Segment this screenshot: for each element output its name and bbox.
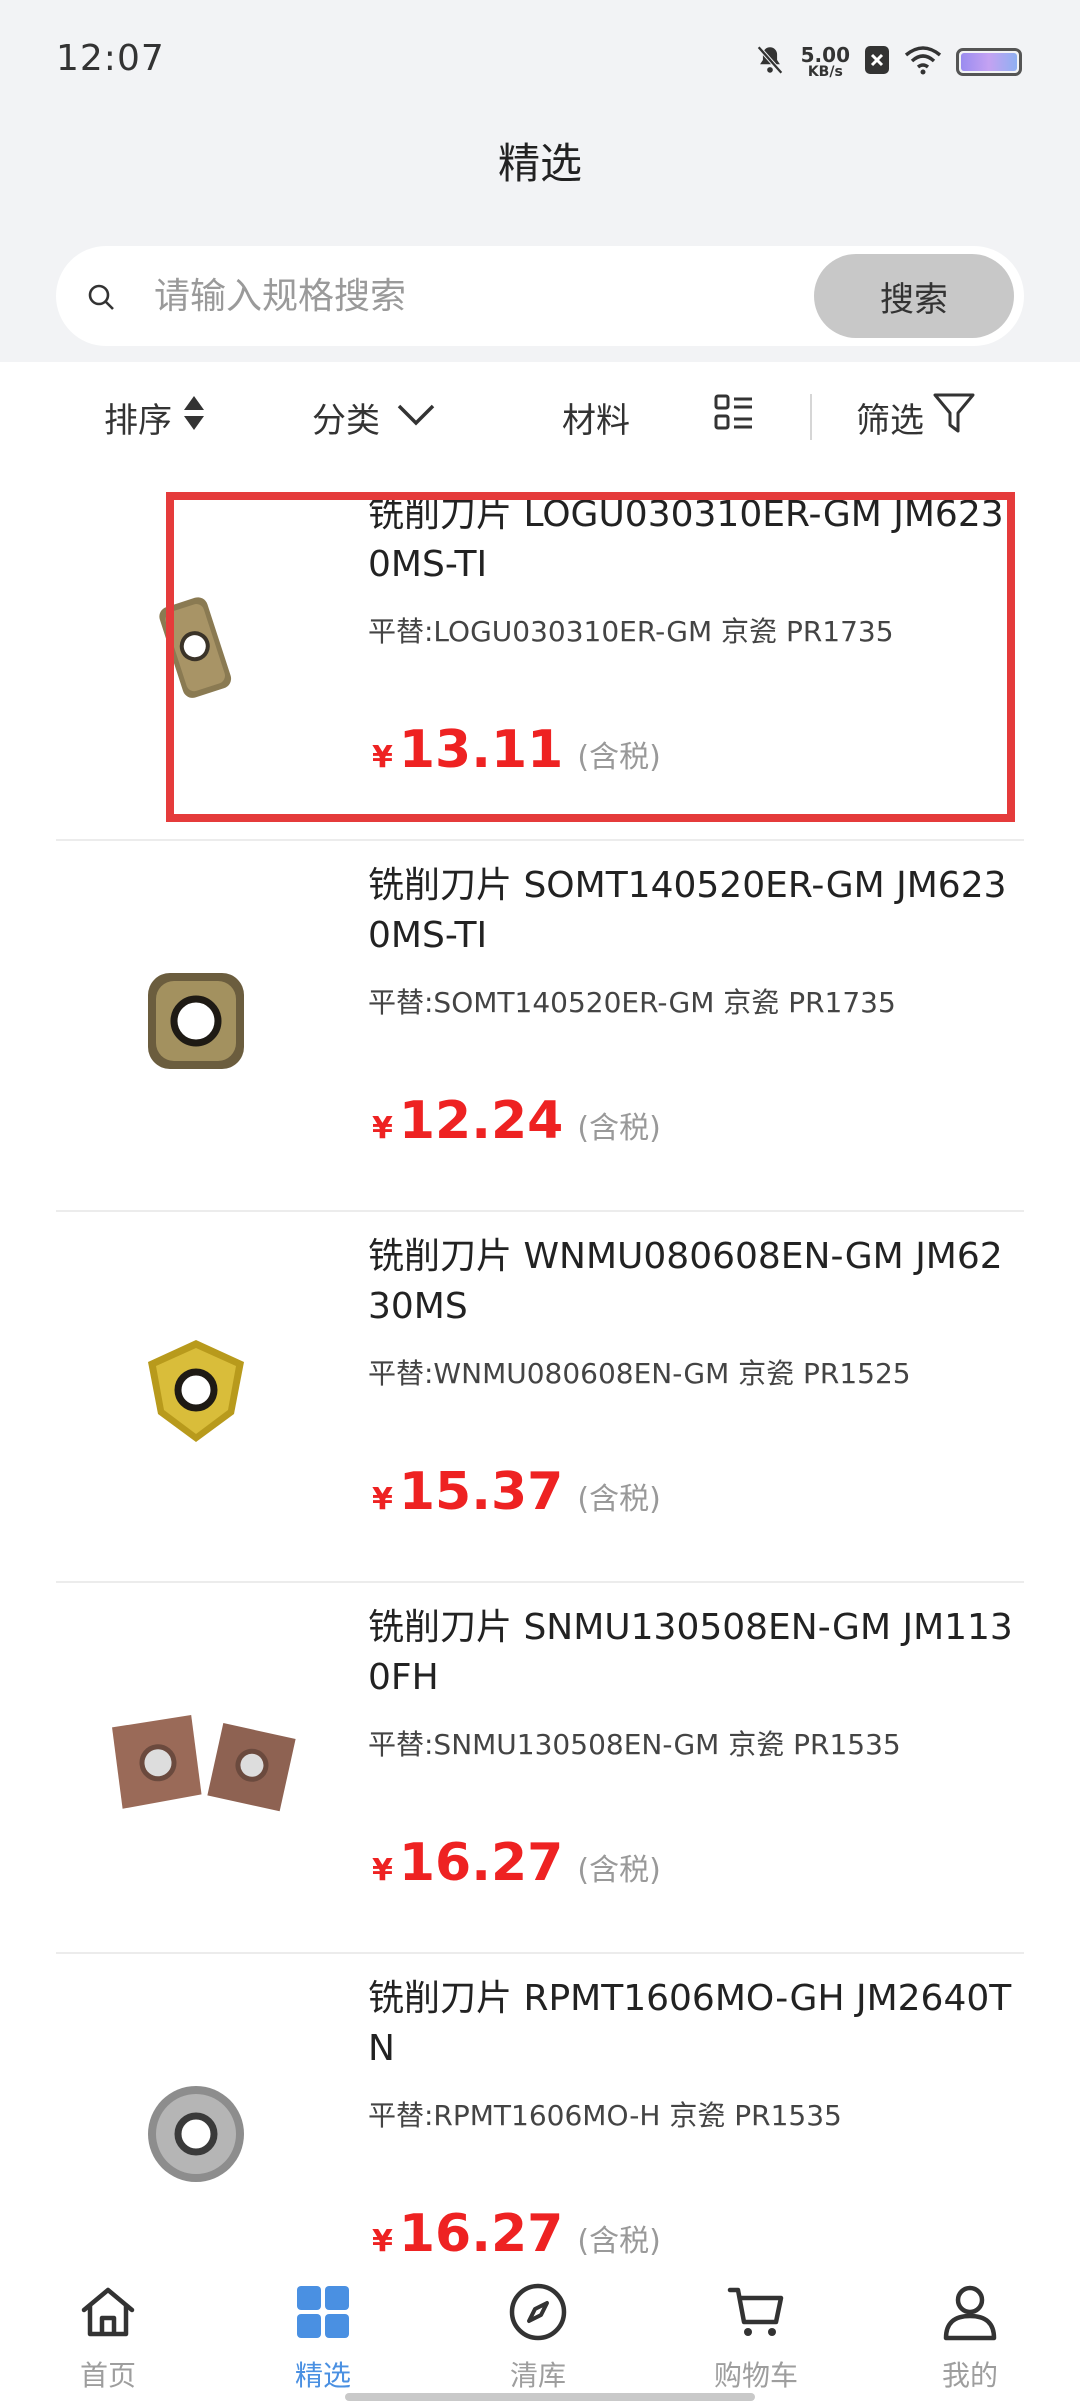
battery-icon (956, 48, 1022, 76)
sort-filter[interactable]: 排序 (104, 392, 206, 442)
tax-note: (含税) (577, 1111, 661, 1146)
bell-muted-icon (753, 43, 787, 81)
list-layout-icon (714, 394, 754, 441)
product-title: 铣削刀片 LOGU030310ER-GM JM6230MS-TI (368, 494, 1004, 585)
search-input[interactable] (154, 270, 854, 322)
product-card[interactable]: 铣削刀片 WNMU080608EN-GM JM6230MS 平替:WNMU080… (56, 1212, 1024, 1583)
product-price: 13.11 (398, 720, 564, 780)
product-alternative: 平替:WNMU080608EN-GM 京瓷 PR1525 (368, 1357, 911, 1390)
material-label: 材料 (562, 400, 630, 441)
screen-filter[interactable]: 筛选 (856, 392, 976, 442)
product-title: 铣削刀片 RPMT1606MO-GH JM2640TN (368, 1978, 1012, 2069)
status-bar: 12:07 5.00 KB/s (0, 0, 1080, 120)
product-alternative: 平替:SNMU130508EN-GM 京瓷 PR1535 (368, 1728, 901, 1761)
sort-arrows-icon (182, 394, 206, 441)
product-price: 12.24 (398, 1091, 564, 1151)
user-icon (938, 2280, 1002, 2344)
product-alternative: 平替:SOMT140520ER-GM 京瓷 PR1735 (368, 986, 896, 1019)
compass-icon (506, 2280, 570, 2344)
bottom-tab-bar: 首页 精选 清库 购物车 我的 (0, 2270, 1080, 2408)
price-row: ¥ 12.24 (含税) (372, 1091, 661, 1151)
tab-home[interactable]: 首页 (28, 2280, 188, 2400)
currency-symbol: ¥ (372, 1482, 393, 1517)
tab-featured-label: 精选 (294, 2359, 351, 2392)
tab-mine[interactable]: 我的 (890, 2280, 1050, 2400)
status-time: 12:07 (56, 38, 165, 79)
chevron-down-icon (396, 397, 436, 437)
search-icon (86, 282, 116, 312)
filter-bar: 排序 分类 材料 筛选 (0, 362, 1080, 472)
page-title: 精选 (497, 139, 582, 188)
category-label: 分类 (312, 400, 380, 441)
product-card[interactable]: 铣削刀片 LOGU030310ER-GM JM6230MS-TI 平替:LOGU… (56, 470, 1024, 841)
price-row: ¥ 13.11 (含税) (372, 720, 661, 780)
network-speed-unit: KB/s (807, 64, 843, 80)
product-image (56, 500, 336, 800)
tab-home-label: 首页 (79, 2359, 136, 2392)
tab-clearance-label: 清库 (509, 2359, 566, 2392)
status-icons: 5.00 KB/s (753, 40, 1022, 84)
product-image (56, 1984, 336, 2284)
tab-cart-label: 购物车 (713, 2359, 798, 2392)
product-alternative: 平替:LOGU030310ER-GM 京瓷 PR1735 (368, 615, 894, 648)
currency-symbol: ¥ (372, 2224, 393, 2259)
tax-note: (含税) (577, 1853, 661, 1888)
product-price: 16.27 (398, 1833, 564, 1893)
filter-divider (810, 394, 812, 440)
search-box: 搜索 (56, 246, 1024, 346)
price-row: ¥ 16.27 (含税) (372, 2204, 661, 2264)
funnel-icon (932, 391, 976, 444)
grid-icon (291, 2280, 355, 2344)
price-row: ¥ 16.27 (含税) (372, 1833, 661, 1893)
currency-symbol: ¥ (372, 740, 393, 775)
filter-label: 筛选 (856, 400, 924, 441)
cart-icon (724, 2280, 788, 2344)
sort-label: 排序 (104, 400, 172, 441)
tab-clearance[interactable]: 清库 (458, 2280, 618, 2400)
product-price: 15.37 (398, 1462, 564, 1522)
product-alternative: 平替:RPMT1606MO-H 京瓷 PR1535 (368, 2099, 842, 2132)
tax-note: (含税) (577, 2224, 661, 2259)
tab-cart[interactable]: 购物车 (676, 2280, 836, 2400)
currency-symbol: ¥ (372, 1111, 393, 1146)
product-image (56, 1242, 336, 1542)
product-title: 铣削刀片 WNMU080608EN-GM JM6230MS (368, 1236, 1003, 1327)
home-icon (76, 2280, 140, 2344)
home-indicator[interactable] (345, 2393, 755, 2401)
product-card[interactable]: 铣削刀片 SNMU130508EN-GM JM1130FH 平替:SNMU130… (56, 1583, 1024, 1954)
wifi-icon (904, 45, 942, 79)
price-row: ¥ 15.37 (含税) (372, 1462, 661, 1522)
product-image (56, 871, 336, 1171)
currency-symbol: ¥ (372, 1853, 393, 1888)
material-filter[interactable]: 材料 (562, 392, 630, 442)
product-card[interactable]: 铣削刀片 SOMT140520ER-GM JM6230MS-TI 平替:SOMT… (56, 841, 1024, 1212)
network-speed: 5.00 KB/s (801, 45, 850, 79)
product-image (56, 1613, 336, 1913)
tab-mine-label: 我的 (941, 2359, 998, 2392)
sim-x-icon (864, 45, 890, 79)
product-title: 铣削刀片 SOMT140520ER-GM JM6230MS-TI (368, 865, 1007, 956)
network-speed-value: 5.00 (800, 43, 850, 67)
category-filter[interactable]: 分类 (312, 392, 436, 442)
tax-note: (含税) (577, 1482, 661, 1517)
layout-toggle[interactable] (714, 392, 754, 442)
tab-featured[interactable]: 精选 (243, 2280, 403, 2400)
product-price: 16.27 (398, 2204, 564, 2264)
search-button[interactable]: 搜索 (814, 254, 1014, 338)
product-title: 铣削刀片 SNMU130508EN-GM JM1130FH (368, 1607, 1013, 1698)
tax-note: (含税) (577, 740, 661, 775)
